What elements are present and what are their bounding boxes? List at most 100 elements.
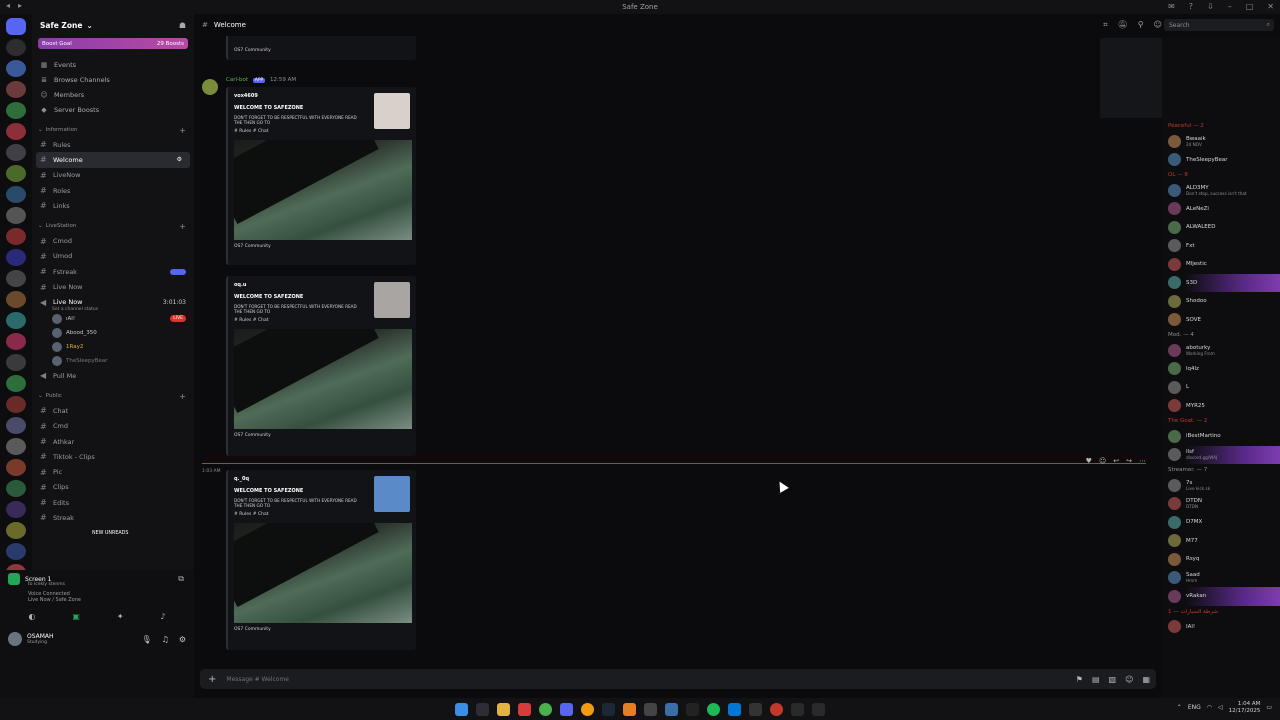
close-icon[interactable]: ✕ [1267,2,1274,11]
server-icon[interactable] [6,186,26,203]
channel-chat[interactable]: # Chat [32,403,194,418]
server-icon[interactable] [6,396,26,413]
new-unreads[interactable]: NEW UNREADS [32,526,194,541]
embed-image[interactable] [234,139,412,240]
server-icon[interactable] [6,60,26,77]
voice-user[interactable]: TheSleepyBear [32,354,194,368]
discord-icon[interactable] [560,702,573,716]
reply-icon[interactable]: ↩ [1113,457,1119,465]
voice-user[interactable]: 1Ray2 [32,340,194,354]
server-header[interactable]: Safe Zone ⌄ ☗ [32,14,194,36]
member-item[interactable]: Ilsf discord.gg/WAJ [1162,445,1280,464]
start-icon[interactable] [455,702,468,716]
nav-events[interactable]: ▦ Events [32,57,194,72]
embed-links[interactable]: # Rules # Chat [234,512,410,517]
heart-icon[interactable]: ♥ [1086,457,1092,465]
member-item[interactable]: SOVE [1162,311,1280,330]
member-item[interactable]: Bwaaik 24 NOV [1162,132,1280,151]
server-icon[interactable] [6,228,26,245]
channel-edits[interactable]: # Edits [32,495,194,510]
member-item[interactable]: lq4lz [1162,360,1280,379]
search-icon[interactable] [476,702,489,716]
channel-rules[interactable]: # Rules [32,137,194,152]
forward-icon[interactable]: ↪ [1126,457,1132,465]
nav-server-boosts[interactable]: ◆ Server Boosts [32,102,194,117]
server-icon[interactable] [6,354,26,371]
member-item[interactable]: S3D [1162,273,1280,292]
add-reaction-icon[interactable]: ☺ [1099,457,1106,465]
member-item[interactable]: 7s Live kick sk [1162,476,1280,495]
wifi-icon[interactable]: ◠ [1207,704,1212,711]
server-icon[interactable] [6,522,26,539]
server-icon[interactable] [6,312,26,329]
apps-icon[interactable]: ▦ [1142,675,1150,684]
steam-icon[interactable] [602,702,615,716]
channel-roles[interactable]: # Roles [32,183,194,198]
channel-clips[interactable]: # Clips [32,480,194,495]
member-list-icon[interactable]: ☺ [1154,20,1162,30]
minimize-icon[interactable]: – [1228,2,1232,11]
server-icon[interactable] [6,291,26,308]
voice-user[interactable]: ıAl! LIVE [32,312,194,326]
member-item[interactable]: IAl! [1162,618,1280,637]
server-icon[interactable] [6,165,26,182]
add-channel-icon[interactable]: + [179,392,186,401]
member-item[interactable]: vRakan [1162,587,1280,606]
server-icon[interactable] [6,459,26,476]
help-icon[interactable]: ? [1189,2,1193,11]
user-panel[interactable]: OSAMAH Studying 🎙︎ ♫ ⚙ [0,629,194,649]
attach-icon[interactable]: + [208,674,216,685]
forward-icon[interactable]: ▸ [18,1,22,10]
server-icon[interactable] [6,102,26,119]
voice-channel-live-now[interactable]: ◀ Live Now 3:01:03 [32,295,194,310]
channel-links[interactable]: # Links [32,198,194,213]
maximize-icon[interactable]: □ [1246,2,1254,11]
embed-image[interactable] [234,522,412,623]
channel-pic[interactable]: # Pic [32,464,194,479]
server-icon[interactable] [6,207,26,224]
inbox-icon[interactable]: ✉ [1168,2,1175,11]
server-icon[interactable] [6,543,26,560]
channel-tiktok-clips[interactable]: # Tiktok - Clips [32,449,194,464]
server-icon[interactable] [6,375,26,392]
member-item[interactable]: Mljestic [1162,255,1280,274]
channel-streak[interactable]: # Streak [32,510,194,525]
browser-icon[interactable] [581,702,594,716]
server-icon[interactable] [6,144,26,161]
app-icon[interactable] [812,702,825,716]
message-input[interactable]: Message # Welcome [226,676,289,683]
category-public[interactable]: ⌄ Public + [32,389,194,403]
app-icon[interactable] [770,702,783,716]
server-icon[interactable] [6,123,26,140]
member-item[interactable]: ALD3MY Don't stop, success isn't that [1162,181,1280,200]
member-item[interactable]: TheSleepyBear [1162,151,1280,170]
voice-channel-path[interactable]: Live Now / Safe Zone [28,597,81,603]
file-explorer-icon[interactable] [497,702,510,716]
language-indicator[interactable]: ENG [1188,704,1201,711]
soundboard-icon[interactable]: ♪ [160,612,165,621]
settings-icon[interactable]: ⚙ [177,156,182,163]
member-item[interactable]: ALeNeZi [1162,200,1280,219]
channel-athkar[interactable]: # Athkar [32,434,194,449]
server-icon[interactable] [6,501,26,518]
avatar[interactable] [202,79,218,95]
server-icon[interactable] [6,249,26,266]
channel-cmod[interactable]: # Cmod [32,233,194,248]
voice-user[interactable]: Abood_350 [32,326,194,340]
boost-goal-bar[interactable]: Boost Goal 29 Boosts [38,38,188,49]
voice-channel-pull-me[interactable]: ◀ Pull Me [32,368,194,383]
more-icon[interactable]: ⋯ [1139,457,1146,465]
member-item[interactable]: Shodoo [1162,292,1280,311]
app-icon[interactable] [623,702,636,716]
bot-name[interactable]: Carl-bot [226,77,248,83]
member-item[interactable]: MYR25 [1162,397,1280,416]
category-information[interactable]: ⌄ Information + [32,123,194,137]
notification-icon[interactable]: ▭ [1266,704,1272,711]
app-icon[interactable] [644,702,657,716]
headphones-icon[interactable]: ♫ [162,635,169,644]
add-member-icon[interactable]: ☗ [179,21,186,30]
member-item[interactable]: M77 [1162,532,1280,551]
add-channel-icon[interactable]: + [179,222,186,231]
channel-welcome[interactable]: # Welcome ⚙ [36,152,190,168]
server-icon[interactable] [6,417,26,434]
